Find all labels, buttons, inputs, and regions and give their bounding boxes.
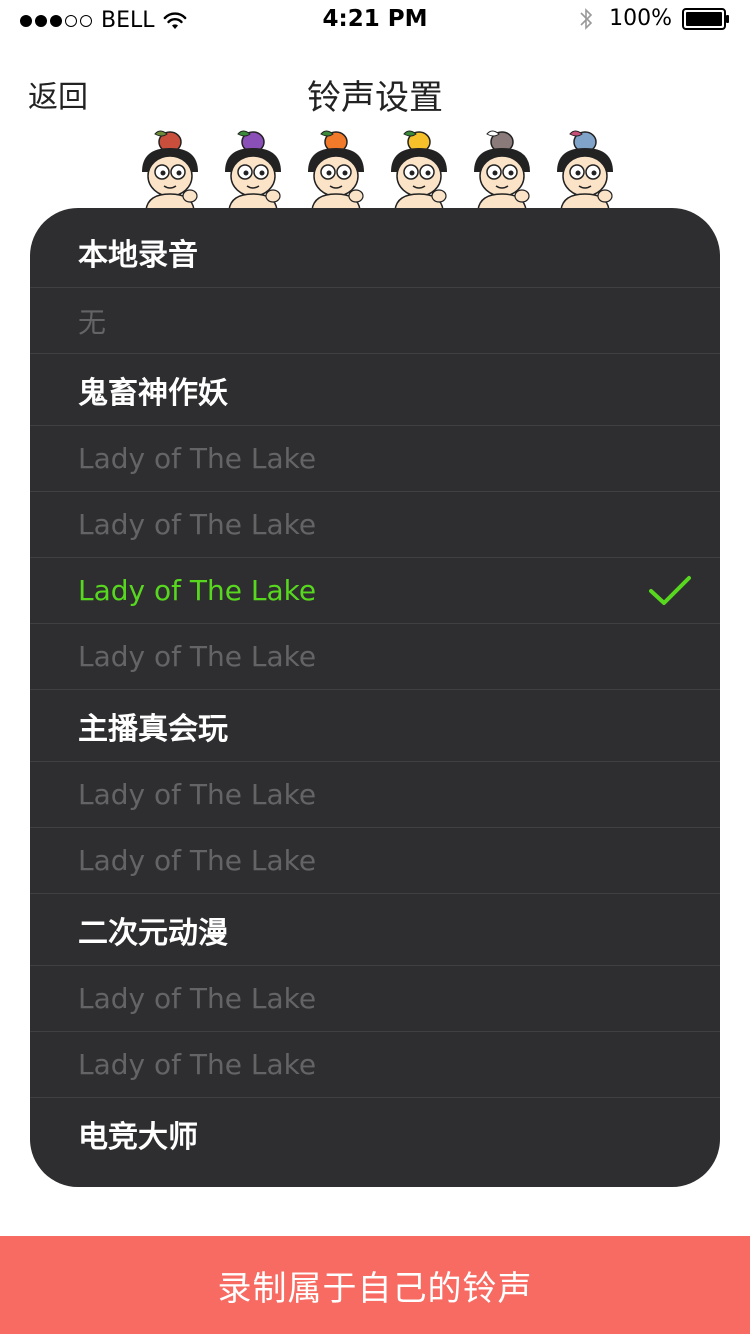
mascot-illustration xyxy=(142,130,613,210)
ringtone-label: Lady of The Lake xyxy=(78,844,317,877)
ringtone-item[interactable]: Lady of The Lake xyxy=(30,828,720,894)
gourd-brother-yellow xyxy=(391,130,447,210)
ringtone-item[interactable]: Lady of The Lake xyxy=(30,558,720,624)
ringtone-label: Lady of The Lake xyxy=(78,982,317,1015)
ringtone-item[interactable]: Lady of The Lake xyxy=(30,1032,720,1098)
ringtone-label: Lady of The Lake xyxy=(78,1048,317,1081)
ringtone-label: Lady of The Lake xyxy=(78,640,317,673)
battery-icon xyxy=(682,7,729,30)
battery-percentage: 100% xyxy=(609,6,672,31)
ringtone-label: Lady of The Lake xyxy=(78,508,317,541)
ringtone-category-header: 主播真会玩 xyxy=(30,690,720,762)
ringtone-label: Lady of The Lake xyxy=(78,778,317,811)
gourd-brother-purple xyxy=(225,130,281,210)
ringtone-label: Lady of The Lake xyxy=(78,574,317,607)
ringtone-item[interactable]: Lady of The Lake xyxy=(30,492,720,558)
ringtone-item[interactable]: 无 xyxy=(30,288,720,354)
ringtone-category-header: 二次元动漫 xyxy=(30,894,720,966)
category-label: 二次元动漫 xyxy=(78,915,228,951)
nav-bar: 返回 铃声设置 xyxy=(0,60,750,124)
bull-demon-mascot xyxy=(474,130,530,210)
gourd-brother-orange xyxy=(308,130,364,210)
ringtone-category-header: 电竞大师 xyxy=(30,1098,720,1170)
ringtone-item[interactable]: Lady of The Lake xyxy=(30,762,720,828)
checkmark-icon xyxy=(649,575,691,605)
status-right: 100% xyxy=(579,6,730,31)
ringtone-item[interactable]: Lady of The Lake xyxy=(30,624,720,690)
record-ringtone-button[interactable]: 录制属于自己的铃声 xyxy=(0,1236,750,1334)
category-label: 鬼畜神作妖 xyxy=(78,375,228,411)
ringtone-category-header: 鬼畜神作妖 xyxy=(30,354,720,426)
ringtone-label: 无 xyxy=(78,305,107,339)
category-label: 主播真会玩 xyxy=(78,711,228,747)
ringtone-list: 本地录音无鬼畜神作妖 Lady of The Lake Lady of The La… xyxy=(30,208,720,1187)
ringtone-label: Lady of The Lake xyxy=(78,442,317,475)
ringtone-item[interactable]: Lady of The Lake xyxy=(30,966,720,1032)
page-title: 铃声设置 xyxy=(307,78,443,118)
ringtone-item[interactable]: Lady of The Lake xyxy=(30,426,720,492)
old-man-mascot xyxy=(142,130,198,210)
category-label: 本地录音 xyxy=(78,237,198,273)
category-label: 电竞大师 xyxy=(78,1120,198,1155)
bluetooth-icon xyxy=(580,7,593,30)
ringtone-category-header: 本地录音 xyxy=(30,216,720,288)
snake-demon-mascot xyxy=(557,130,613,210)
status-bar: BELL 4:21 PM 100% xyxy=(0,0,750,40)
